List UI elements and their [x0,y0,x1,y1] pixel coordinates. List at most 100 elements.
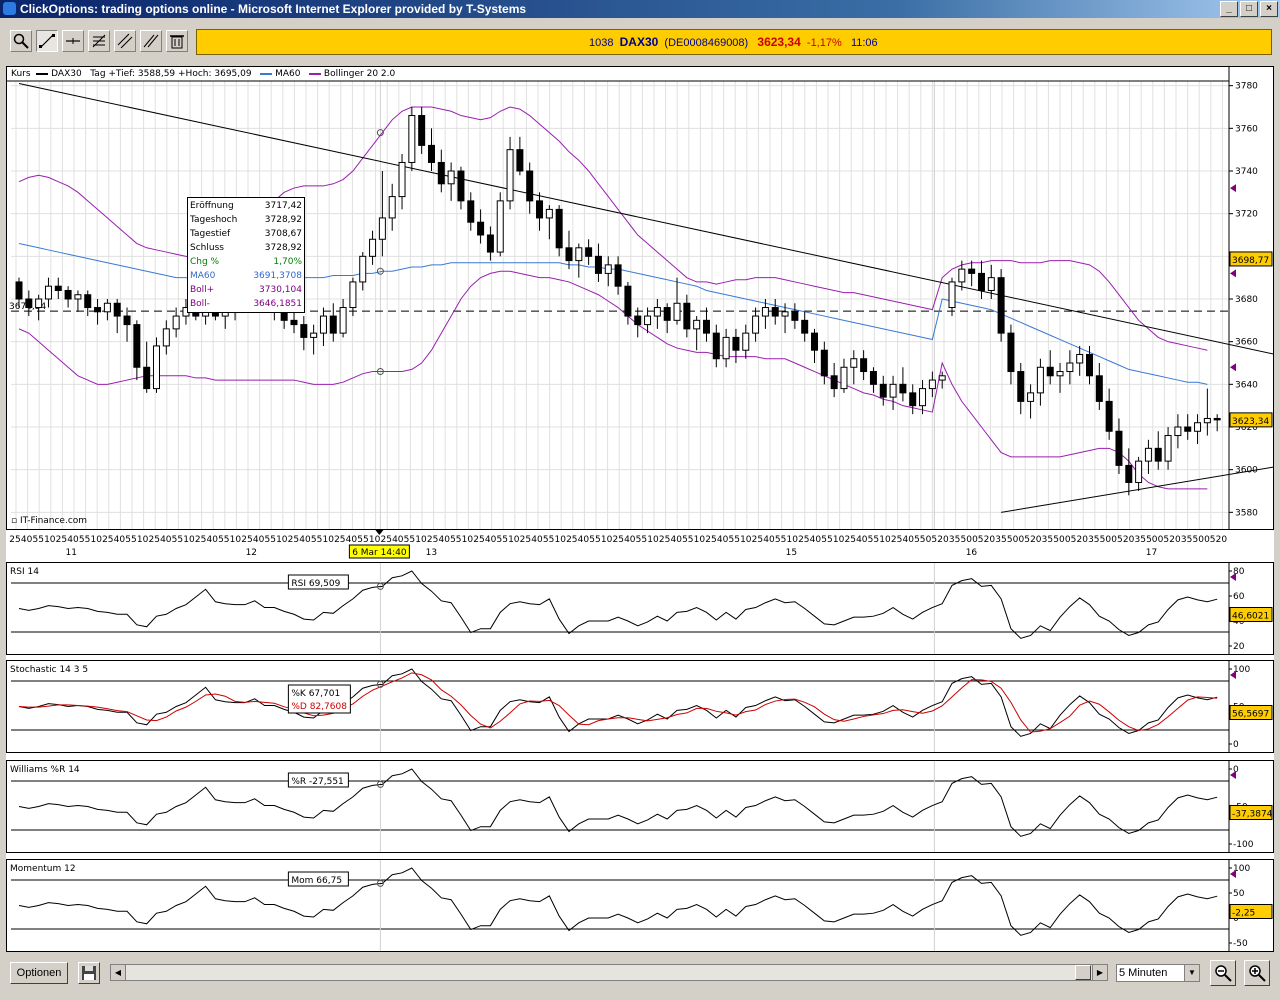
indicator-tick-label: 0 [1233,740,1239,750]
candlestick [585,239,593,265]
candlestick [1184,414,1192,440]
candle-body [987,277,995,291]
time-minute-label: 55 [775,535,786,545]
candle-body [54,285,62,291]
parallel-lines-tool-button[interactable] [140,30,162,52]
candlestick [702,307,710,342]
candle-body [1086,353,1094,377]
candlestick [447,162,455,201]
time-minute-label: 05 [1065,535,1076,545]
candle-body [35,298,43,309]
rsi-panel[interactable]: RSI 1480604020RSI 69,50946,6021 [6,562,1274,655]
chevron-down-icon[interactable]: ▼ [1184,965,1199,981]
candle-body [1056,371,1064,377]
tooltip-value: 3646,1851 [253,299,302,309]
candlestick [968,260,976,287]
draw-line-tool-button[interactable] [36,30,58,52]
momentum-panel[interactable]: Momentum 12100500-50Mom 66,75-2,25 [6,859,1274,952]
maximize-button[interactable]: □ [1240,1,1258,17]
candle-body [977,272,985,291]
optionen-button[interactable]: Optionen [10,962,68,984]
indicator-line [18,668,1218,737]
ticker-time: 11:06 [850,37,878,49]
horizontal-line-tool-button[interactable] [62,30,84,52]
candle-body [683,302,691,330]
time-minute-label: 25 [705,535,716,545]
candlestick [496,192,504,257]
candle-body [624,285,632,317]
candlestick [162,320,170,355]
indicator-tick-label: 20 [1233,642,1245,652]
time-minute-label: 35 [995,535,1006,545]
candle-body [575,247,583,262]
fibonacci-tool-button[interactable] [88,30,110,52]
tooltip-row: Boll+ 3730,104 [190,283,302,297]
tooltip-value: 1,70% [273,257,302,267]
time-minute-label: 50 [1146,535,1158,545]
time-minute-label: 55 [264,535,275,545]
candle-body [644,315,652,326]
ticker-change: -1,17% [806,37,842,49]
chart-area[interactable]: 3674,34 37803760374037203700368036603640… [6,66,1274,952]
zoom-out-button[interactable] [1210,960,1236,986]
williams-panel[interactable]: Williams %R 140-50-100%R -27,551-37,3874 [6,760,1274,853]
momentum-chart[interactable]: Momentum 12100500-50Mom 66,75-2,25 [7,860,1273,951]
candle-body [1203,417,1211,424]
time-minute-label: 40 [670,535,682,545]
candle-body [506,149,514,202]
time-minute-label: 05 [1111,535,1122,545]
horizontal-line-icon [66,38,80,44]
scroll-left-icon[interactable]: ◀ [111,965,126,980]
time-minute-label: 10 [90,535,102,545]
save-button[interactable] [78,962,100,984]
stochastic-panel[interactable]: Stochastic 14 3 5100500%K 67,701%D 82,76… [6,660,1274,753]
candlestick [712,324,720,368]
indicator-line [18,768,1218,837]
floppy-disk-icon [82,966,96,980]
stochastic-chart[interactable]: Stochastic 14 3 5100500%K 67,701%D 82,76… [7,661,1273,752]
time-minute-label: 25 [659,535,670,545]
tooltip-value: 3691,3708 [253,271,302,281]
candlestick [1076,345,1084,376]
candle-body [103,302,111,313]
line-draw-icon [39,34,55,48]
scrollbar-thumb[interactable] [1075,965,1091,980]
scroll-right-icon[interactable]: ▶ [1092,965,1107,980]
ticker-id: 1038 [589,37,614,49]
candlestick [103,299,111,321]
time-minute-label: 55 [728,535,739,545]
candle-body [1144,447,1152,462]
candle-body [418,115,426,146]
time-minute-label: 35 [949,535,960,545]
ma-price-marker: 3698,77 [1229,251,1273,267]
candle-body [113,302,121,317]
indicator-value-box: Mom 66,75 [287,871,349,887]
minimize-button[interactable]: _ [1220,1,1238,17]
williams-chart[interactable]: Williams %R 140-50-100%R -27,551-37,3874 [7,761,1273,852]
tooltip-key: Tagestief [190,229,231,239]
zoom-tool-button[interactable] [10,30,32,52]
delete-drawings-button[interactable] [166,30,188,52]
candlestick [742,324,750,359]
time-minute-label: 25 [9,535,20,545]
time-minute-label: 10 [415,535,427,545]
rsi-chart[interactable]: RSI 1480604020RSI 69,50946,6021 [7,563,1273,654]
time-minute-label: 55 [125,535,136,545]
time-minute-label: 10 [601,535,613,545]
close-button[interactable]: × [1260,1,1278,17]
candlestick [94,299,102,325]
candlestick [565,230,573,270]
horizontal-scrollbar[interactable]: ◀ ▶ [110,964,1108,981]
candle-body [801,319,809,334]
indicator-value-label: RSI 69,509 [291,579,340,589]
zoom-in-button[interactable] [1244,960,1270,986]
indicator-value-box: %R -27,551 [287,772,349,788]
time-minute-label: 10 [694,535,706,545]
parallel-lines-icon [143,34,159,48]
tooltip-value: 3708,67 [264,229,302,239]
interval-select[interactable]: 5 Minuten ▼ [1116,964,1200,982]
candle-body [752,315,760,334]
candle-body [398,161,406,198]
trend-channel-tool-button[interactable] [114,30,136,52]
price-panel[interactable]: 3674,34 37803760374037203700368036603640… [6,66,1274,530]
